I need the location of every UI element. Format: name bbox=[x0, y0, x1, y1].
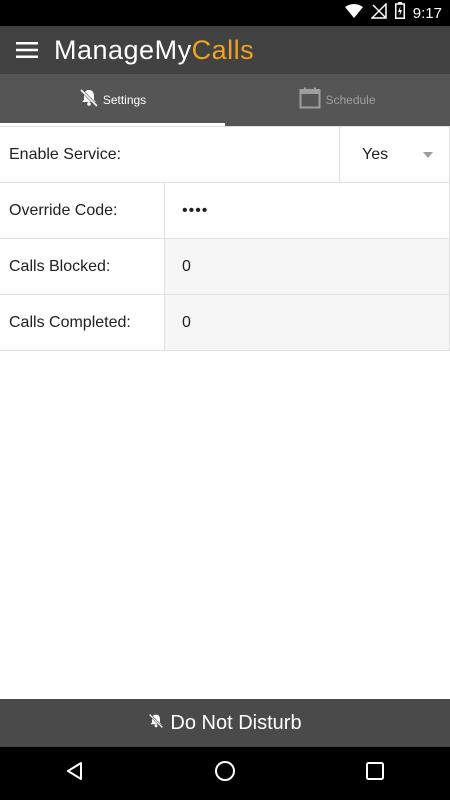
override-code-row: Override Code: •••• bbox=[0, 183, 450, 239]
tab-bar: Settings Schedule bbox=[0, 74, 450, 126]
override-code-label: Override Code: bbox=[0, 183, 165, 238]
do-not-disturb-button[interactable]: Do Not Disturb bbox=[0, 699, 450, 747]
menu-icon[interactable] bbox=[0, 26, 54, 74]
dropdown-arrow-icon bbox=[423, 151, 433, 158]
calls-blocked-label: Calls Blocked: bbox=[0, 239, 165, 294]
status-icons: 9:17 bbox=[344, 0, 442, 26]
back-triangle-icon bbox=[65, 761, 85, 786]
home-button[interactable] bbox=[195, 747, 255, 800]
settings-table: Enable Service: Yes Override Code: •••• … bbox=[0, 126, 450, 351]
enable-service-label: Enable Service: bbox=[0, 127, 340, 182]
enable-service-value: Yes bbox=[362, 145, 389, 163]
app-title-accent: Calls bbox=[191, 34, 255, 65]
calendar-icon bbox=[299, 87, 321, 114]
calls-completed-row: Calls Completed: 0 bbox=[0, 295, 450, 351]
calls-completed-value: 0 bbox=[165, 295, 450, 350]
do-not-disturb-label: Do Not Disturb bbox=[170, 711, 302, 734]
calls-blocked-value: 0 bbox=[165, 239, 450, 294]
battery-icon bbox=[394, 2, 405, 24]
recents-button[interactable] bbox=[345, 747, 405, 800]
calls-blocked-row: Calls Blocked: 0 bbox=[0, 239, 450, 295]
status-time: 9:17 bbox=[412, 4, 442, 22]
bell-off-icon bbox=[79, 88, 99, 113]
tab-schedule-label: Schedule bbox=[325, 93, 376, 107]
app-title-main: ManageMy bbox=[54, 34, 192, 65]
calls-completed-label: Calls Completed: bbox=[0, 295, 165, 350]
tab-schedule[interactable]: Schedule bbox=[225, 74, 450, 126]
back-button[interactable] bbox=[45, 747, 105, 800]
home-circle-icon bbox=[214, 760, 236, 787]
no-signal-icon bbox=[369, 1, 387, 24]
navigation-bar bbox=[0, 747, 450, 800]
recents-square-icon bbox=[366, 762, 384, 785]
status-bar: 9:17 bbox=[0, 0, 450, 26]
enable-service-dropdown[interactable]: Yes bbox=[340, 127, 450, 182]
wifi-icon bbox=[344, 3, 363, 23]
override-code-input[interactable]: •••• bbox=[165, 183, 450, 238]
app-title: ManageMyCalls bbox=[54, 35, 254, 66]
tab-settings-label: Settings bbox=[102, 93, 147, 107]
bell-off-icon bbox=[148, 712, 164, 735]
app-bar: ManageMyCalls bbox=[0, 26, 450, 74]
enable-service-row: Enable Service: Yes bbox=[0, 127, 450, 183]
tab-settings[interactable]: Settings bbox=[0, 74, 225, 126]
